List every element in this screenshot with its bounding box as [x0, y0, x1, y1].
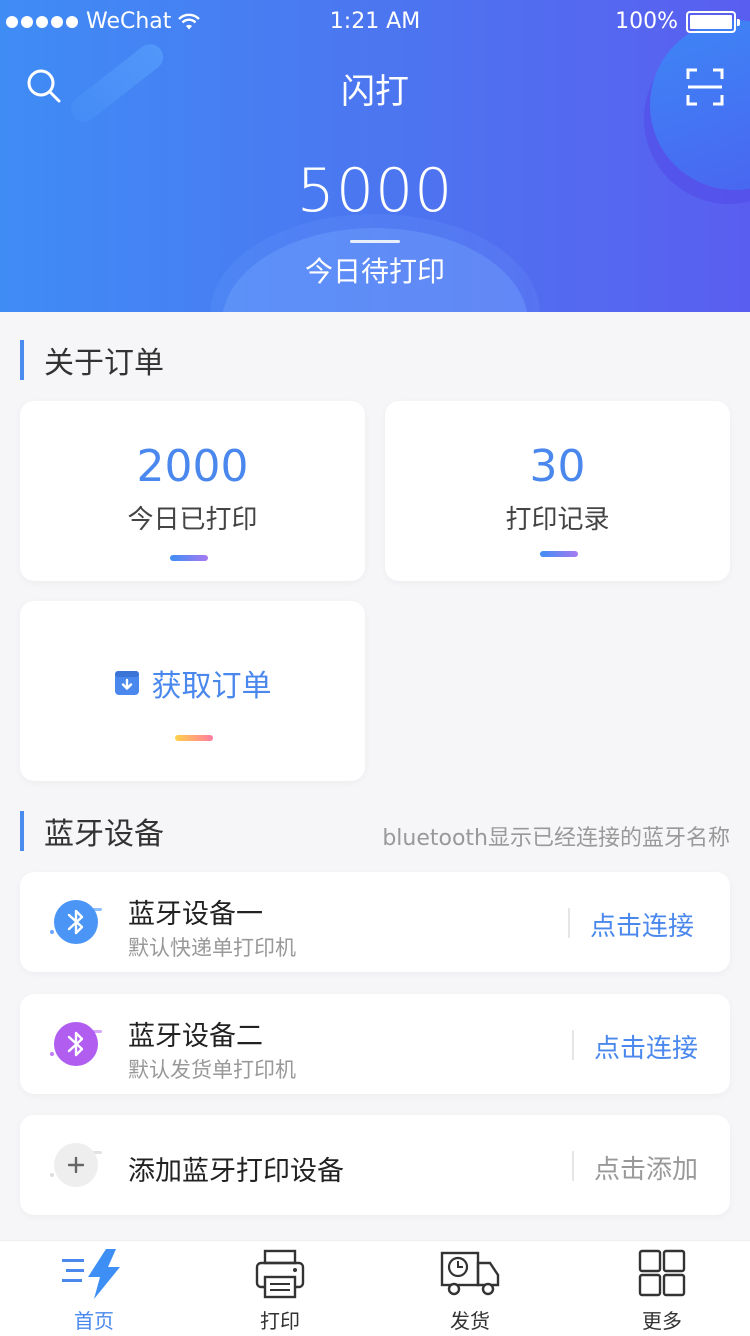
card-accent-bar — [175, 735, 213, 741]
inbox-download-icon — [114, 671, 139, 695]
row-divider — [568, 908, 570, 938]
bluetooth-icon — [50, 1022, 102, 1066]
bluetooth-section-header: 蓝牙设备 — [20, 811, 164, 852]
device-description: 默认发货单打印机 — [128, 1058, 296, 1082]
card-accent-bar — [170, 555, 208, 561]
scan-icon[interactable] — [686, 68, 724, 106]
printed-today-label: 今日已打印 — [127, 505, 258, 535]
card-accent-bar — [540, 551, 578, 557]
section-marker — [20, 340, 24, 380]
printed-today-value: 2000 — [136, 441, 249, 492]
pending-label: 今日待打印 — [304, 255, 445, 288]
tab-label: 发货 — [450, 1309, 490, 1333]
bluetooth-section-note: bluetooth显示已经连接的蓝牙名称 — [382, 826, 730, 851]
connect-button[interactable]: 点击连接 — [594, 1028, 698, 1065]
tab-shipping[interactable]: 发货 — [376, 1241, 564, 1336]
printed-today-card[interactable]: 2000 今日已打印 — [20, 401, 365, 581]
lightning-icon — [62, 1249, 120, 1299]
printer-icon — [255, 1249, 305, 1299]
bluetooth-section-title: 蓝牙设备 — [44, 817, 164, 852]
print-records-card[interactable]: 30 打印记录 — [385, 401, 730, 581]
device-name: 蓝牙设备一 — [128, 899, 263, 930]
delivery-truck-icon — [440, 1251, 500, 1296]
print-records-value: 30 — [529, 441, 586, 492]
add-bluetooth-device-row[interactable]: 添加蓝牙打印设备 点击添加 — [20, 1115, 730, 1215]
tab-label: 首页 — [74, 1309, 114, 1333]
tab-bar: 首页 打印 发货 更多 — [0, 1240, 750, 1336]
bluetooth-device-row[interactable]: 蓝牙设备一 默认快递单打印机 点击连接 — [20, 872, 730, 972]
tab-label: 更多 — [642, 1309, 682, 1333]
tab-print[interactable]: 打印 — [186, 1241, 374, 1336]
row-divider — [572, 1030, 574, 1060]
tab-home[interactable]: 首页 — [0, 1241, 188, 1336]
add-device-button[interactable]: 点击添加 — [594, 1149, 698, 1186]
nav-bar: 闪打 — [0, 54, 750, 114]
print-records-label: 打印记录 — [505, 505, 610, 535]
pending-count: 5000 — [296, 156, 454, 226]
device-description: 默认快递单打印机 — [128, 936, 296, 960]
page-title: 闪打 — [341, 72, 409, 112]
row-divider — [572, 1151, 574, 1181]
get-orders-label: 获取订单 — [151, 669, 272, 704]
bluetooth-icon — [50, 900, 102, 944]
header-banner: WeChat 1:21 AM 100% 闪打 5000 今日待打印 — [0, 0, 750, 312]
grid-icon — [638, 1249, 686, 1297]
tab-label: 打印 — [260, 1309, 300, 1333]
battery-percent: 100% — [615, 9, 678, 34]
connect-button[interactable]: 点击连接 — [590, 906, 694, 943]
status-bar: WeChat 1:21 AM 100% — [0, 0, 750, 42]
home-screen: WeChat 1:21 AM 100% 闪打 5000 今日待打印 关于订单 2… — [0, 0, 750, 1336]
device-name: 蓝牙设备二 — [128, 1021, 263, 1052]
hero-divider — [350, 240, 400, 243]
section-marker — [20, 811, 24, 851]
orders-section-title: 关于订单 — [44, 346, 164, 381]
get-orders-button[interactable]: 获取订单 — [20, 601, 365, 781]
plus-icon — [50, 1143, 102, 1187]
orders-section-header: 关于订单 — [20, 340, 164, 381]
tab-more[interactable]: 更多 — [568, 1241, 750, 1336]
bluetooth-device-row[interactable]: 蓝牙设备二 默认发货单打印机 点击连接 — [20, 994, 730, 1094]
battery-icon — [686, 10, 740, 33]
add-device-label: 添加蓝牙打印设备 — [128, 1156, 344, 1187]
